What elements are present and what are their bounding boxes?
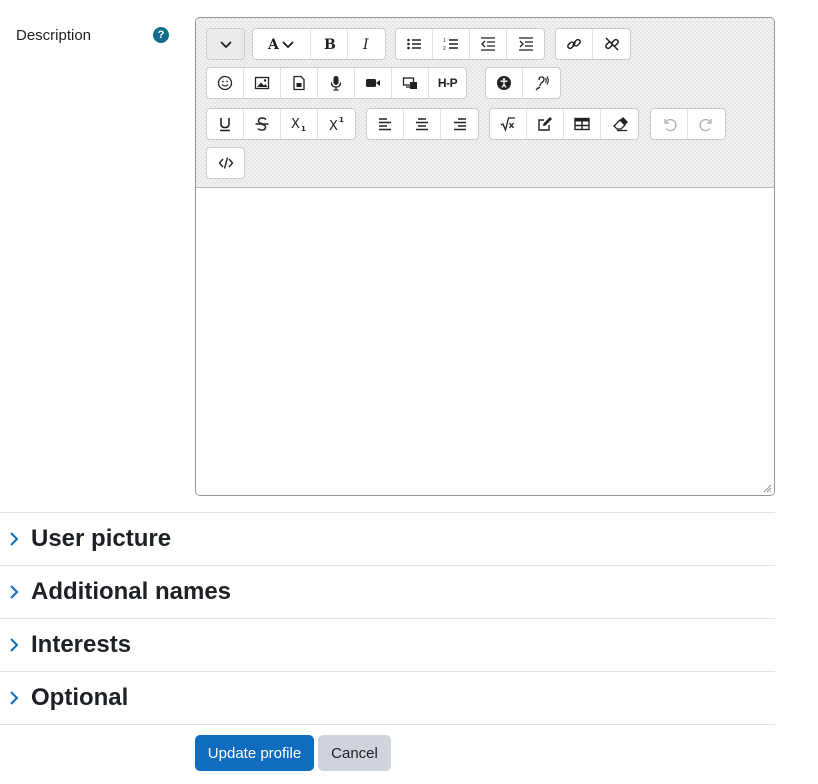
toolbar-group-accessibility: [485, 67, 561, 99]
section-title: Additional names: [31, 578, 232, 605]
outdent-icon[interactable]: [470, 29, 507, 59]
files-icon[interactable]: [392, 68, 429, 98]
svg-text:1: 1: [301, 125, 306, 132]
svg-text:2: 2: [443, 46, 446, 52]
section-title: Interests: [31, 631, 132, 658]
unlink-icon[interactable]: [593, 29, 630, 59]
redo-icon[interactable]: [688, 109, 725, 139]
description-label: Description: [16, 27, 92, 44]
chevron-right-icon: [0, 619, 28, 671]
h5p-icon[interactable]: H-P: [429, 68, 466, 98]
indent-icon[interactable]: [507, 29, 544, 59]
svg-text:I: I: [362, 37, 369, 52]
ear-icon[interactable]: [523, 68, 560, 98]
link-icon[interactable]: [556, 29, 593, 59]
undo-icon[interactable]: [651, 109, 688, 139]
resize-grip-icon[interactable]: [762, 483, 772, 493]
superscript-icon[interactable]: X1: [318, 109, 355, 139]
cancel-button[interactable]: Cancel: [318, 735, 391, 771]
svg-text:1: 1: [443, 38, 446, 44]
svg-text:1: 1: [339, 116, 344, 124]
toolbar-group-links: [555, 28, 631, 60]
video-icon[interactable]: [355, 68, 392, 98]
toolbar-group-history: [650, 108, 726, 140]
section-user-picture[interactable]: User picture: [0, 512, 775, 565]
image-icon[interactable]: [244, 68, 281, 98]
section-optional[interactable]: Optional: [0, 671, 775, 724]
edit-icon[interactable]: [527, 109, 564, 139]
align-center-icon[interactable]: [404, 109, 441, 139]
chevron-right-icon: [0, 513, 28, 565]
list-ul-icon[interactable]: [396, 29, 433, 59]
file-media-icon[interactable]: [281, 68, 318, 98]
toolbar-group-insert: H-P: [206, 67, 467, 99]
strikethrough-icon[interactable]: [244, 109, 281, 139]
page: Description ? A B I 1 2 H-P X 1 X 1 User…: [0, 0, 818, 784]
svg-text:X: X: [291, 117, 300, 132]
code-icon[interactable]: [207, 148, 244, 178]
chevron-right-icon: [0, 566, 28, 618]
toolbar-group-align: [366, 108, 479, 140]
list-ol-icon[interactable]: 12: [433, 29, 470, 59]
underline-icon[interactable]: [207, 109, 244, 139]
table-icon[interactable]: [564, 109, 601, 139]
editor-content-area[interactable]: [196, 188, 774, 495]
eraser-icon[interactable]: [601, 109, 638, 139]
italic-icon[interactable]: I: [348, 29, 385, 59]
bold-icon[interactable]: B: [311, 29, 348, 59]
toolbar-group-style: A B I: [252, 28, 386, 60]
smile-icon[interactable]: [207, 68, 244, 98]
align-left-icon[interactable]: [367, 109, 404, 139]
svg-text:B: B: [324, 37, 336, 52]
chevron-right-icon: [0, 672, 28, 724]
toolbar-group-format: X1 X1: [206, 108, 356, 140]
question-circle-icon[interactable]: ?: [153, 27, 169, 43]
section-interests[interactable]: Interests: [0, 618, 775, 671]
accessibility-icon[interactable]: [486, 68, 523, 98]
chevron-down-icon[interactable]: [207, 29, 244, 59]
toolbar-group-list: 12: [395, 28, 545, 60]
align-right-icon[interactable]: [441, 109, 478, 139]
toolbar-group-toggle: [206, 28, 245, 60]
section-additional-names[interactable]: Additional names: [0, 565, 775, 618]
svg-text:X: X: [329, 119, 338, 132]
update-profile-button[interactable]: Update profile: [195, 735, 314, 771]
svg-text:A: A: [267, 37, 280, 52]
toolbar-group-source: [206, 147, 245, 179]
toolbar-group-other: [489, 108, 639, 140]
section-divider: [0, 724, 775, 725]
subscript-icon[interactable]: X1: [281, 109, 318, 139]
font-icon[interactable]: A: [253, 29, 311, 59]
section-title: Optional: [31, 684, 129, 711]
editor-toolbar: A B I 12 H-P X 1 X 1: [196, 18, 774, 188]
rich-text-editor: A B I 12 H-P X 1 X 1: [195, 17, 775, 496]
section-title: User picture: [31, 525, 172, 552]
microphone-icon[interactable]: [318, 68, 355, 98]
sqrt-icon[interactable]: [490, 109, 527, 139]
